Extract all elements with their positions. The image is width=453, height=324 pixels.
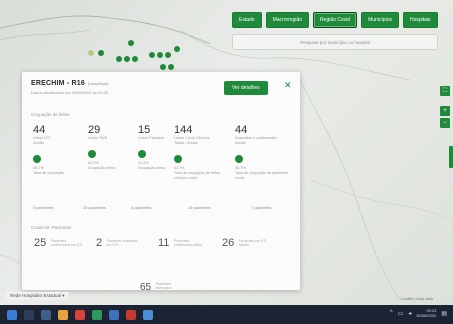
clock[interactable]: 09:23 30/06/2020 <box>416 308 436 318</box>
patient-stat-value: 2 <box>96 236 103 249</box>
region-name: ERECHIM - R16 <box>31 80 85 87</box>
stat-sus: 29 Leitos SUS 62,9% Ocupação leitos <box>88 124 136 171</box>
file-explorer-icon[interactable] <box>58 309 68 320</box>
patient-stat: 2 Pacientes suspeitos em UTI <box>96 234 141 252</box>
network-icon[interactable]: ▭ <box>398 310 404 317</box>
stat-sublabel: Todos / Adulto <box>174 141 198 145</box>
layer-select[interactable]: Rede Hospitalar Estadual ▾ <box>6 292 69 300</box>
stat-uti: 44 Leitos UTI Adulto 65,7% Taxa de ocupa… <box>33 124 81 176</box>
hospital-marker[interactable] <box>124 56 130 62</box>
fullscreen-icon[interactable]: ⛶ <box>440 86 450 96</box>
stat-suspeitos: 44 Suspeitos e confirmados Adulto 30,7% … <box>235 124 293 181</box>
stat-covid-clinicos: 144 Leitos Covid Clínicos Todos / Adulto… <box>174 124 230 181</box>
pdf-icon[interactable] <box>126 309 136 320</box>
hospital-marker[interactable] <box>88 50 94 56</box>
filter-button-estado[interactable]: Estado <box>232 12 262 28</box>
side-panel-tab[interactable] <box>449 146 453 168</box>
hospital-marker[interactable] <box>174 46 180 52</box>
excel-icon[interactable] <box>92 309 102 320</box>
search-icon[interactable] <box>24 309 34 320</box>
hospital-marker[interactable] <box>116 56 122 62</box>
hospital-marker[interactable] <box>132 56 138 62</box>
hospital-marker[interactable] <box>128 40 134 46</box>
stat-value: 44 <box>235 124 248 136</box>
windows-taskbar: ^ ▭ ◂ 09:23 30/06/2020 ▤ <box>0 305 453 324</box>
patient-stat-value: 11 <box>158 236 170 249</box>
status-dot-icon <box>88 150 96 158</box>
internados-stat: 65 Pacientes internados <box>140 277 186 295</box>
patient-stat-desc: Pacientes suspeitos em UTI <box>106 238 138 247</box>
status-dot-icon <box>174 155 182 163</box>
patient-stat: 26 Pacientes em UTI Adulto <box>222 234 273 252</box>
view-details-button[interactable]: Ver detalhes <box>224 81 268 95</box>
filter-button-regiao-covid[interactable]: Região Covid <box>313 12 358 28</box>
patient-stat-value: 26 <box>222 236 235 249</box>
hospital-marker[interactable] <box>160 64 166 70</box>
hospital-marker[interactable] <box>98 50 104 56</box>
chevron-up-icon[interactable]: ^ <box>390 310 393 316</box>
filter-button-hospitais[interactable]: Hospitais <box>402 12 438 28</box>
patient-stat: 25 Pacientes confirmados em UTI <box>34 234 85 252</box>
patient-count-link[interactable]: 7 pacientes <box>251 205 271 210</box>
stat-percent-label: Taxa de ocupação de pacientes covid <box>235 171 289 180</box>
stat-value: 144 <box>174 124 193 136</box>
stat-sublabel: Adulto <box>33 141 44 145</box>
patient-stat: 11 Pacientes confirmados leitos <box>158 234 208 252</box>
stat-value: 44 <box>33 124 46 136</box>
section-beds-label: Ocupação de leitos <box>31 112 70 117</box>
stat-label: Leitos SUS <box>88 136 107 140</box>
stat-percent-label: Taxa de ocupação <box>33 171 64 175</box>
patient-count-link[interactable]: 6 pacientes <box>131 205 151 210</box>
region-note: (hospitais) <box>87 81 109 86</box>
zoom-out-button[interactable]: − <box>440 118 450 128</box>
layer-select-value: Rede Hospitalar Estadual <box>10 293 62 298</box>
filter-button-macrorregiao[interactable]: Macrorregião <box>265 12 310 28</box>
notification-icon[interactable]: ▤ <box>441 310 447 317</box>
panel-title: ERECHIM - R16 (hospitais) <box>31 80 109 87</box>
region-info-panel: ERECHIM - R16 (hospitais) Dados atualizad… <box>22 72 300 290</box>
status-dot-icon <box>235 155 243 163</box>
hospital-marker[interactable] <box>165 52 171 58</box>
patient-count-link[interactable]: 15 pacientes <box>188 205 211 210</box>
hospital-marker[interactable] <box>149 52 155 58</box>
map-attribution[interactable]: Leaflet | Map data <box>401 296 433 301</box>
internados-desc: Pacientes internados <box>155 281 172 290</box>
patient-stat-desc: Pacientes confirmados leitos <box>173 238 203 247</box>
stat-value: 29 <box>88 124 101 136</box>
windows-start-icon[interactable] <box>7 309 17 320</box>
task-view-icon[interactable] <box>41 309 51 320</box>
stat-percent-label: Taxa de ocupação de leitos clínicos covi… <box>174 171 221 180</box>
panel-subtitle: Dados atualizados em 00/00/0000 às 00:00 <box>31 90 109 95</box>
status-dot-icon <box>33 155 41 163</box>
internados-value: 65 <box>140 282 152 293</box>
close-icon[interactable]: ✕ <box>284 80 292 91</box>
patient-count-link[interactable]: 0 pacientes <box>33 205 53 210</box>
clock-date: 30/06/2020 <box>416 313 437 318</box>
hospital-marker[interactable] <box>168 64 174 70</box>
stat-sublabel: Adulto <box>235 141 246 145</box>
hospital-marker[interactable] <box>157 52 163 58</box>
app-icon[interactable] <box>143 309 153 320</box>
filter-button-municipios[interactable]: Municípios <box>361 12 399 28</box>
word-icon[interactable] <box>109 309 119 320</box>
patient-count-link[interactable]: 10 pacientes <box>83 205 106 210</box>
patient-stat-desc: Pacientes em UTI Adulto <box>238 238 267 247</box>
patient-stat-value: 25 <box>34 236 47 249</box>
volume-icon[interactable]: ◂ <box>408 310 411 317</box>
browser-icon[interactable] <box>75 309 85 320</box>
status-dot-icon <box>138 150 146 158</box>
section-patients-label: Covid-19: Pacientes <box>31 225 72 230</box>
system-tray: ^ ▭ ◂ 09:23 30/06/2020 ▤ <box>390 308 447 318</box>
zoom-in-button[interactable]: + <box>440 106 450 116</box>
chevron-down-icon: ▾ <box>62 293 65 298</box>
patient-stat-desc: Pacientes confirmados em UTI <box>50 238 83 247</box>
stat-percent-label: Ocupação leitos <box>88 166 116 170</box>
region-filter-toolbar: Estado Macrorregião Região Covid Municíp… <box>232 12 438 28</box>
search-input[interactable]: Pesquise por município ou hospital <box>232 34 438 50</box>
